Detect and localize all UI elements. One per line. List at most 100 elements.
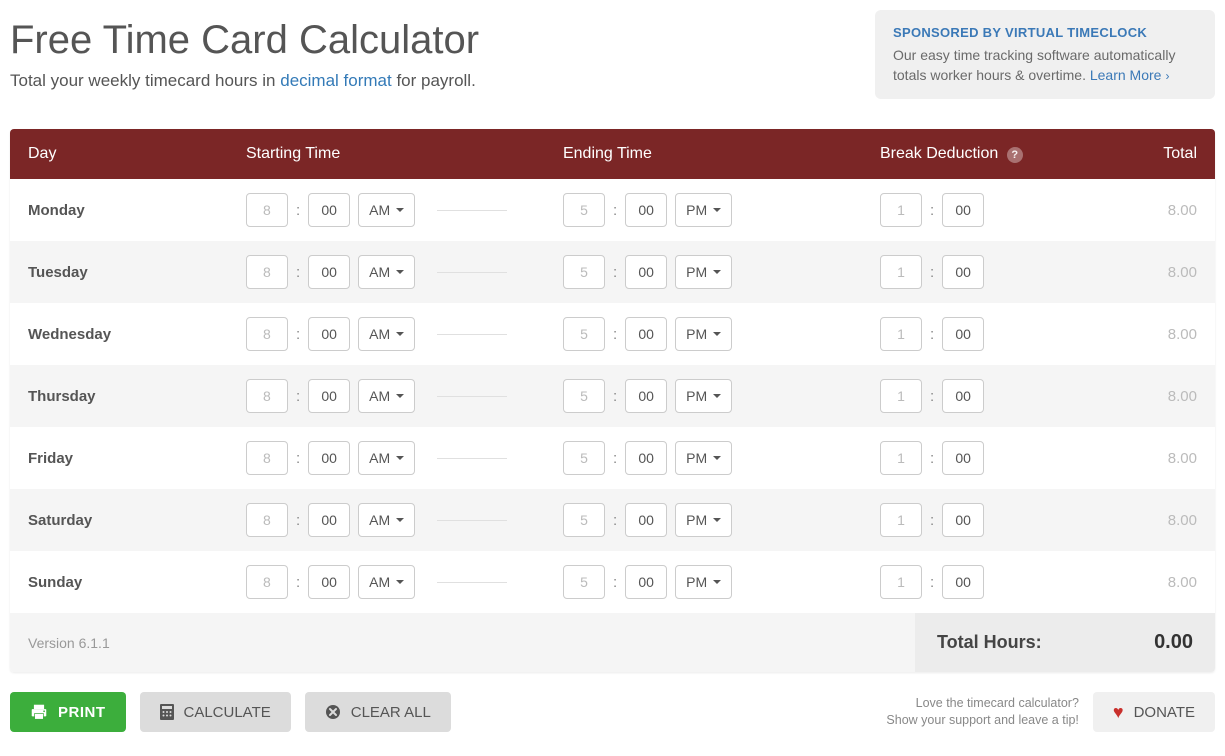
break-min-input[interactable] — [942, 441, 984, 475]
start-hour-input[interactable] — [246, 503, 288, 537]
start-ampm-select[interactable]: AM — [358, 441, 415, 475]
start-min-input[interactable] — [308, 255, 350, 289]
end-hour-input[interactable] — [563, 317, 605, 351]
start-ampm-label: AM — [369, 388, 390, 404]
clear-icon — [325, 704, 341, 720]
clear-all-button[interactable]: CLEAR ALL — [305, 692, 451, 732]
break-hour-input[interactable] — [880, 503, 922, 537]
timecard-table: Day Starting Time Ending Time Break Dedu… — [10, 129, 1215, 672]
break-min-input[interactable] — [942, 565, 984, 599]
sponsor-card: SPONSORED BY VIRTUAL TIMECLOCK Our easy … — [875, 10, 1215, 99]
help-icon[interactable]: ? — [1007, 147, 1023, 163]
donate-button[interactable]: ♥ DONATE — [1093, 692, 1215, 732]
end-ampm-select[interactable]: PM — [675, 503, 732, 537]
caret-down-icon — [396, 208, 404, 212]
break-min-input[interactable] — [942, 317, 984, 351]
break-hour-input[interactable] — [880, 317, 922, 351]
print-button-label: PRINT — [58, 704, 106, 721]
end-hour-input[interactable] — [563, 255, 605, 289]
break-min-input[interactable] — [942, 255, 984, 289]
table-row: Monday : AM : PM : 8. — [10, 179, 1215, 241]
table-row: Friday : AM : PM : 8. — [10, 427, 1215, 489]
start-min-input[interactable] — [308, 317, 350, 351]
colon: : — [930, 388, 934, 405]
start-ampm-select[interactable]: AM — [358, 255, 415, 289]
col-end-header: Ending Time — [563, 145, 880, 163]
colon: : — [613, 574, 617, 591]
end-hour-input[interactable] — [563, 503, 605, 537]
divider-line — [437, 334, 507, 335]
calculate-button[interactable]: CALCULATE — [140, 692, 291, 732]
caret-down-icon — [396, 394, 404, 398]
sponsor-learn-more-link[interactable]: Learn More — [1090, 67, 1162, 83]
end-ampm-label: PM — [686, 388, 707, 404]
break-min-input[interactable] — [942, 379, 984, 413]
start-ampm-select[interactable]: AM — [358, 379, 415, 413]
end-ampm-label: PM — [686, 202, 707, 218]
start-ampm-select[interactable]: AM — [358, 317, 415, 351]
end-ampm-select[interactable]: PM — [675, 379, 732, 413]
start-ampm-label: AM — [369, 326, 390, 342]
start-min-input[interactable] — [308, 379, 350, 413]
calculator-icon — [160, 704, 174, 720]
start-hour-input[interactable] — [246, 565, 288, 599]
page-subtitle: Total your weekly timecard hours in deci… — [10, 71, 479, 91]
caret-down-icon — [396, 332, 404, 336]
subtitle-post: for payroll. — [392, 71, 476, 90]
actions-row: PRINT CALCULATE CLEAR ALL Love the timec… — [10, 692, 1215, 732]
subtitle-pre: Total your weekly timecard hours in — [10, 71, 280, 90]
end-ampm-label: PM — [686, 574, 707, 590]
clear-all-button-label: CLEAR ALL — [351, 704, 431, 721]
decimal-format-link[interactable]: decimal format — [280, 71, 391, 90]
end-ampm-select[interactable]: PM — [675, 255, 732, 289]
break-hour-input[interactable] — [880, 193, 922, 227]
break-hour-input[interactable] — [880, 255, 922, 289]
start-hour-input[interactable] — [246, 379, 288, 413]
day-name: Friday — [28, 450, 246, 467]
end-min-input[interactable] — [625, 193, 667, 227]
end-min-input[interactable] — [625, 317, 667, 351]
start-hour-input[interactable] — [246, 255, 288, 289]
end-ampm-label: PM — [686, 326, 707, 342]
end-hour-input[interactable] — [563, 379, 605, 413]
start-min-input[interactable] — [308, 503, 350, 537]
total-hours-box: Total Hours: 0.00 — [915, 613, 1215, 672]
sponsor-title: SPONSORED BY VIRTUAL TIMECLOCK — [893, 24, 1197, 42]
row-total: 8.00 — [1098, 574, 1197, 591]
break-hour-input[interactable] — [880, 441, 922, 475]
end-ampm-select[interactable]: PM — [675, 441, 732, 475]
day-name: Monday — [28, 202, 246, 219]
row-total: 8.00 — [1098, 326, 1197, 343]
break-hour-input[interactable] — [880, 565, 922, 599]
break-hour-input[interactable] — [880, 379, 922, 413]
total-hours-label: Total Hours: — [937, 632, 1042, 653]
colon: : — [613, 264, 617, 281]
start-ampm-select[interactable]: AM — [358, 503, 415, 537]
start-min-input[interactable] — [308, 441, 350, 475]
start-hour-input[interactable] — [246, 441, 288, 475]
break-min-input[interactable] — [942, 193, 984, 227]
colon: : — [296, 512, 300, 529]
end-ampm-select[interactable]: PM — [675, 565, 732, 599]
start-ampm-select[interactable]: AM — [358, 193, 415, 227]
start-min-input[interactable] — [308, 565, 350, 599]
print-button[interactable]: PRINT — [10, 692, 126, 732]
end-min-input[interactable] — [625, 503, 667, 537]
end-min-input[interactable] — [625, 379, 667, 413]
col-break-header: Break Deduction ? — [880, 145, 1098, 163]
start-ampm-select[interactable]: AM — [358, 565, 415, 599]
break-min-input[interactable] — [942, 503, 984, 537]
start-hour-input[interactable] — [246, 317, 288, 351]
colon: : — [296, 326, 300, 343]
end-hour-input[interactable] — [563, 441, 605, 475]
start-min-input[interactable] — [308, 193, 350, 227]
end-min-input[interactable] — [625, 255, 667, 289]
end-hour-input[interactable] — [563, 565, 605, 599]
end-min-input[interactable] — [625, 565, 667, 599]
end-ampm-select[interactable]: PM — [675, 193, 732, 227]
end-hour-input[interactable] — [563, 193, 605, 227]
end-ampm-select[interactable]: PM — [675, 317, 732, 351]
start-hour-input[interactable] — [246, 193, 288, 227]
end-min-input[interactable] — [625, 441, 667, 475]
start-ampm-label: AM — [369, 450, 390, 466]
